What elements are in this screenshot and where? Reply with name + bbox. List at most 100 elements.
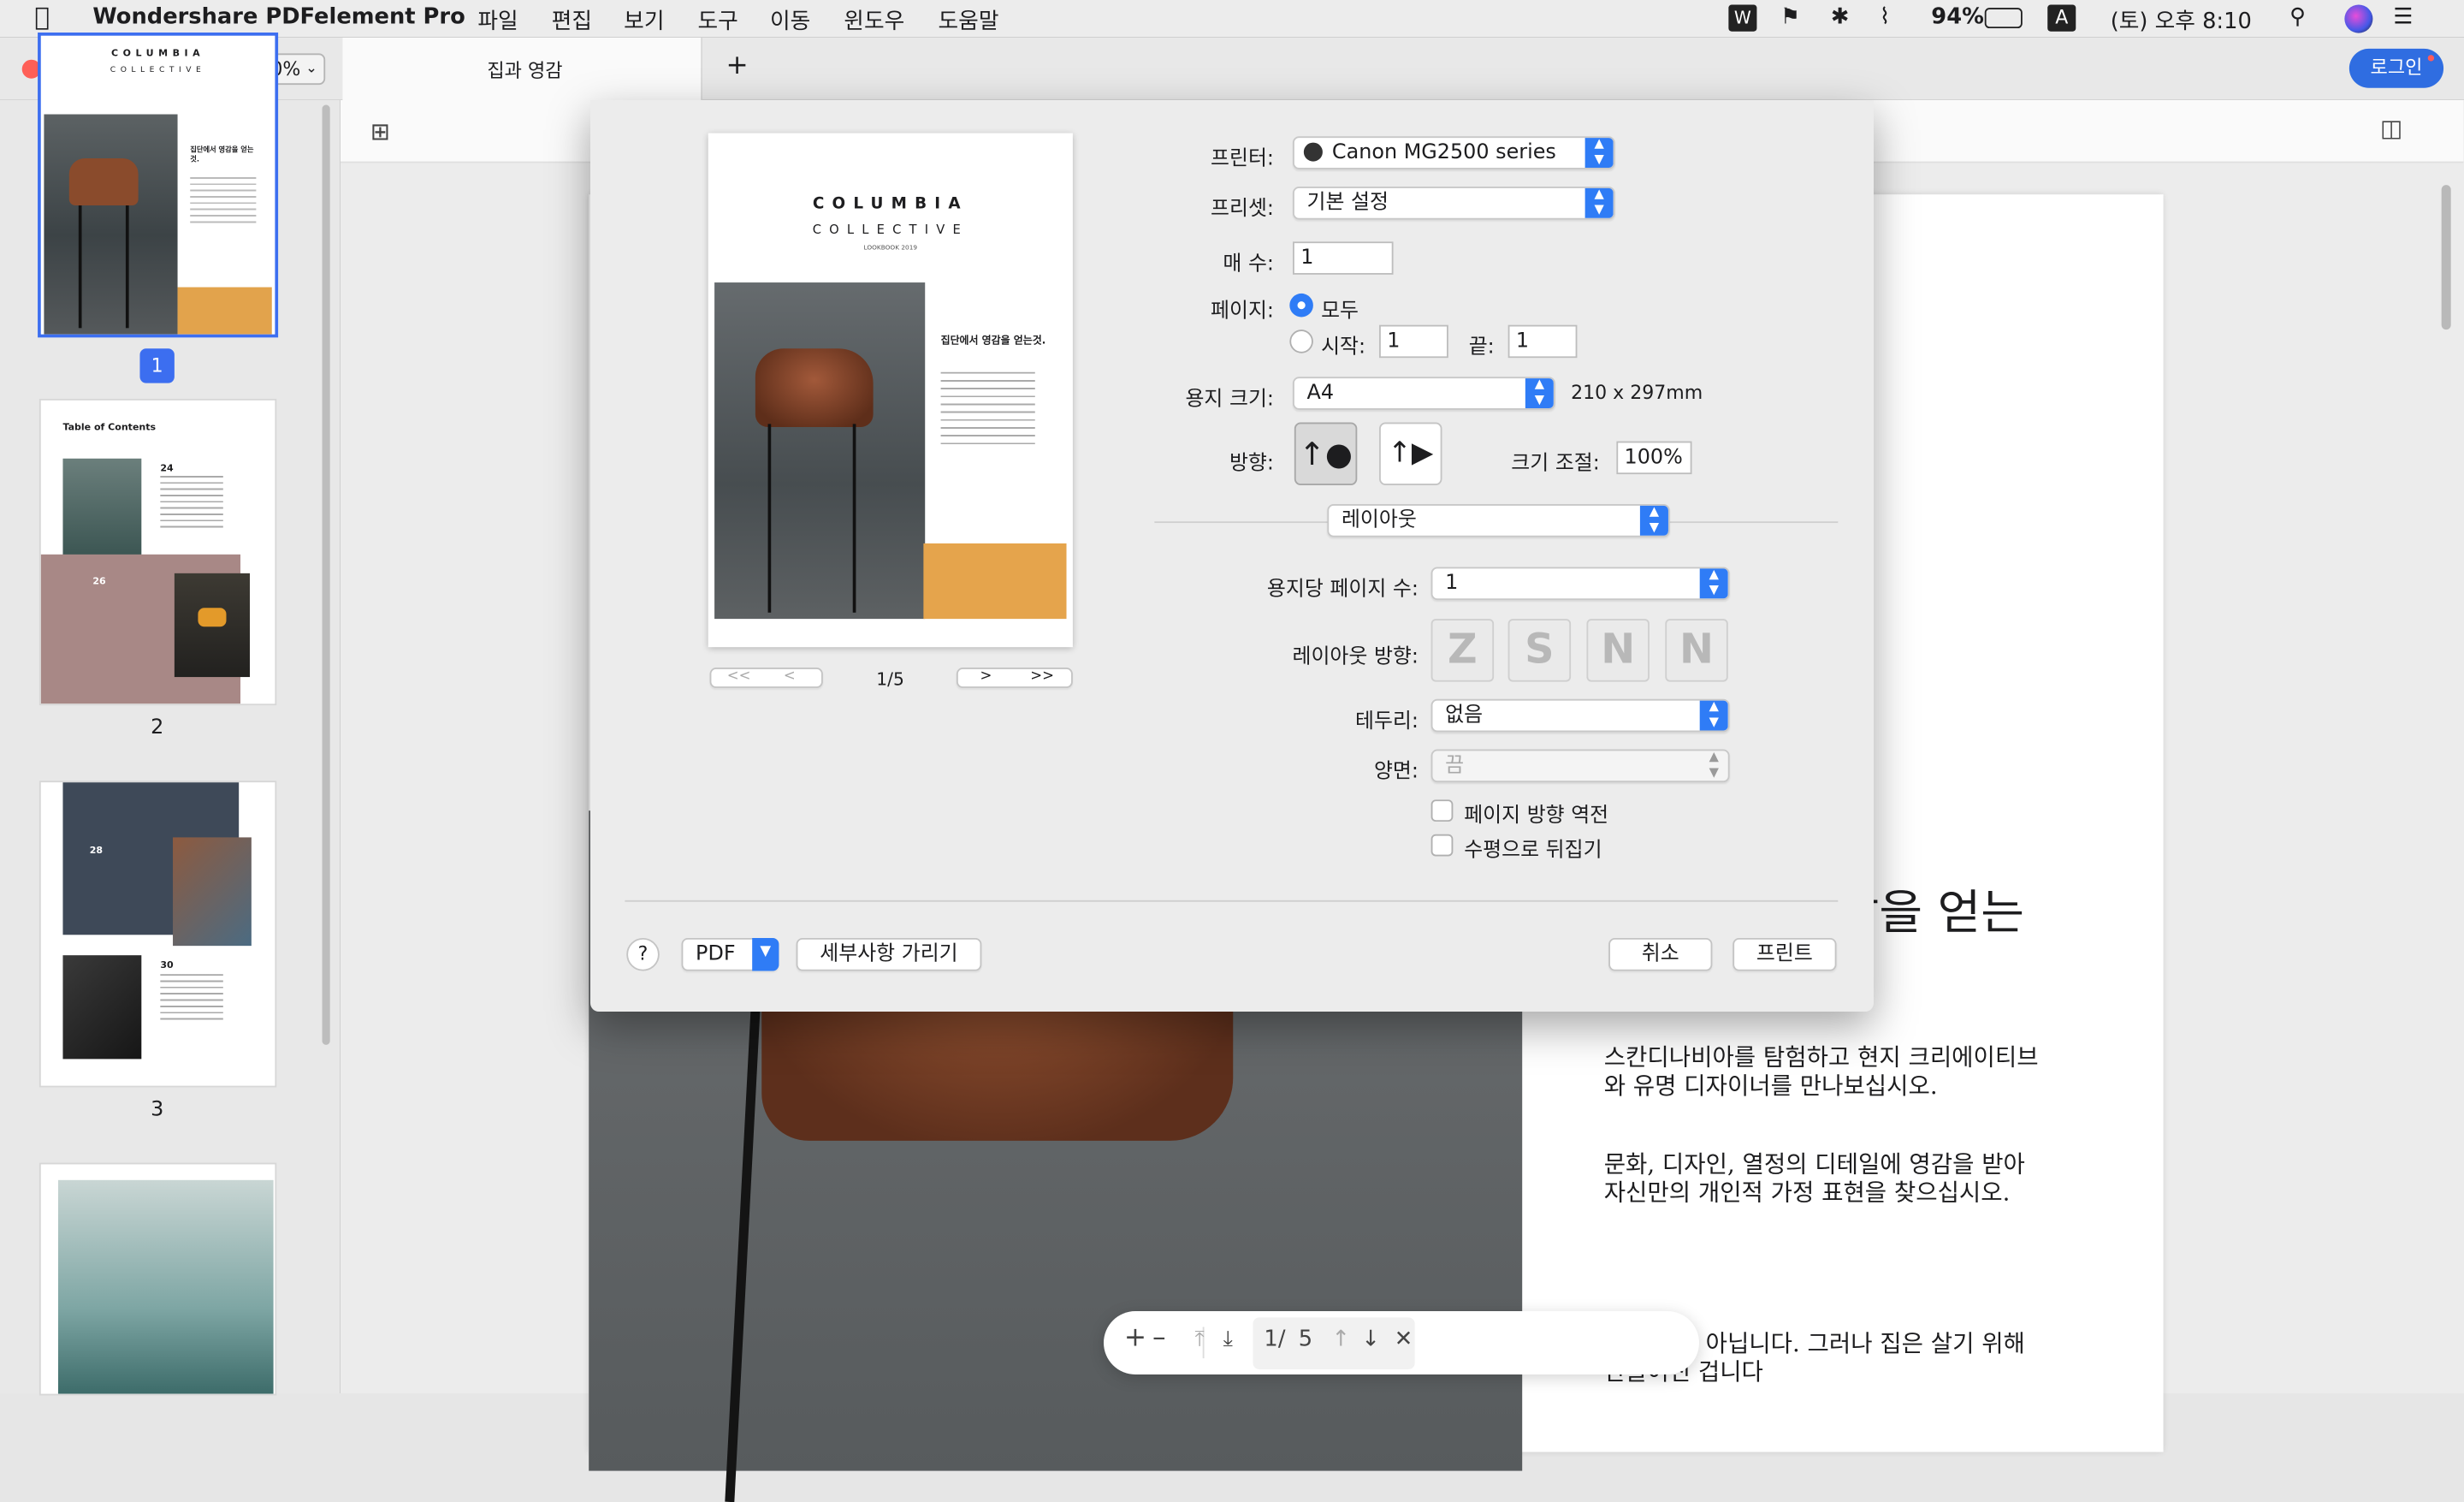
close-window-button[interactable] xyxy=(21,59,41,79)
menu-go[interactable]: 이동 xyxy=(770,5,810,37)
layout-direction-label: 레이아웃 방향: xyxy=(1292,645,1419,669)
page-thumbnail-1[interactable]: COLUMBIA COLLECTIVE 집단에서 영감을 얻는것. xyxy=(40,35,275,335)
chevron-updown-icon: ▲ ▼ xyxy=(1584,138,1614,168)
chevron-down-icon: ▼ xyxy=(752,937,779,971)
menu-file[interactable]: 파일 xyxy=(477,5,518,37)
page-number-1: 1 xyxy=(139,348,175,383)
apple-icon[interactable]:  xyxy=(34,2,50,32)
control-center-icon[interactable]: ☰ xyxy=(2393,5,2413,30)
chevron-updown-icon: ▲ ▼ xyxy=(1699,700,1728,731)
battery-icon[interactable] xyxy=(1984,8,2023,29)
preview-prev-button[interactable]: < xyxy=(784,669,796,686)
page-separator: / xyxy=(1277,1327,1286,1352)
first-page-button[interactable]: ⤒ xyxy=(1195,1327,1205,1351)
preview-orange-block xyxy=(923,543,1067,620)
print-section-value: 레이아웃 xyxy=(1341,508,1417,533)
flip-horizontal-checkbox[interactable] xyxy=(1430,834,1454,857)
pages-all-radio[interactable] xyxy=(1289,293,1313,318)
last-page-button[interactable]: ⤓ xyxy=(1223,1327,1233,1351)
pages-to-input[interactable]: 1 xyxy=(1507,324,1578,359)
menu-edit[interactable]: 편집 xyxy=(552,5,592,37)
menu-window[interactable]: 윈도우 xyxy=(844,5,904,37)
layout-direction-n-button[interactable]: N xyxy=(1586,619,1650,682)
hide-details-button[interactable]: 세부사항 가리기 xyxy=(796,937,982,971)
printer-value: Canon MG2500 series xyxy=(1331,140,1556,165)
print-section-select[interactable]: 레이아웃 ▲ ▼ xyxy=(1327,504,1670,537)
layout-direction-s-button[interactable]: S xyxy=(1507,619,1572,682)
copies-input[interactable]: 1 xyxy=(1293,241,1394,275)
duplex-select[interactable]: 끔 ▲ ▼ xyxy=(1430,749,1730,783)
pages-per-sheet-value: 1 xyxy=(1445,572,1459,596)
spotlight-search-icon[interactable]: ⚲ xyxy=(2289,5,2306,30)
pages-range-radio[interactable] xyxy=(1289,329,1313,353)
preview-next-button[interactable]: > xyxy=(980,669,992,686)
thumb-chair2-photo xyxy=(174,573,251,678)
help-button[interactable]: ? xyxy=(626,937,660,971)
page-thumbnail-2[interactable]: Table of Contents 24 26 xyxy=(40,400,275,704)
floating-page-nav: + – ⤒ ⤓ 1 / 5 ↑ ↓ ✕ xyxy=(1104,1311,1699,1374)
preview-last-button[interactable]: >> xyxy=(1030,669,1054,686)
landscape-orientation-button[interactable]: ↑▶ xyxy=(1379,422,1442,485)
battery-percent: 94% xyxy=(1931,4,1984,30)
cancel-button[interactable]: 취소 xyxy=(1608,937,1713,971)
zoom-out-button[interactable]: – xyxy=(1152,1322,1166,1354)
menu-view[interactable]: 보기 xyxy=(624,5,664,37)
thumb-orange-block xyxy=(177,287,272,335)
preset-select[interactable]: 기본 설정 ▲ ▼ xyxy=(1293,187,1615,220)
next-page-button[interactable]: ↓ xyxy=(1361,1327,1380,1351)
portrait-icon: ↑● xyxy=(1299,435,1353,473)
page-paragraph-1: 스칸디나비아를 탐험하고 현지 크리에이티브와 유명 디자이너를 만나보십시오. xyxy=(1603,1043,2039,1101)
chevron-updown-icon: ▲ ▼ xyxy=(1709,749,1719,780)
close-nav-button[interactable]: ✕ xyxy=(1395,1327,1413,1351)
menu-help[interactable]: 도움말 xyxy=(939,5,999,37)
chevron-updown-icon: ▲ ▼ xyxy=(1525,378,1554,408)
scale-label: 크기 조절: xyxy=(1511,452,1600,476)
clock[interactable]: (토) 오후 8:10 xyxy=(2111,5,2252,37)
portrait-orientation-button[interactable]: ↑● xyxy=(1294,422,1358,485)
document-scrollbar[interactable] xyxy=(2441,185,2451,330)
print-button[interactable]: 프린트 xyxy=(1732,937,1837,971)
sidebar-scrollbar[interactable] xyxy=(322,104,330,1045)
pages-from-label: 시작: xyxy=(1321,335,1366,360)
layout-direction-z-button[interactable]: Z xyxy=(1430,619,1495,682)
wondershare-tray-icon[interactable]: W xyxy=(1728,4,1757,32)
tab-document[interactable]: 집과 영감 xyxy=(342,38,703,101)
page-thumbnail-4[interactable] xyxy=(40,1164,275,1394)
new-tab-button[interactable]: + xyxy=(726,50,749,82)
input-source-icon[interactable]: A xyxy=(2047,4,2076,32)
previous-page-button[interactable]: ↑ xyxy=(1331,1327,1350,1351)
siri-icon[interactable] xyxy=(2344,4,2373,33)
app-name-menu[interactable]: Wondershare PDFelement Pro xyxy=(92,5,465,30)
printer-select[interactable]: Canon MG2500 series ▲ ▼ xyxy=(1293,136,1615,169)
right-panel-toggle-icon[interactable]: ◫ xyxy=(2380,115,2402,143)
chair-leg xyxy=(125,205,129,329)
chair-leg xyxy=(767,424,772,613)
bluetooth-icon[interactable]: ✱ xyxy=(1831,5,1850,30)
wifi-icon[interactable]: ⌇ xyxy=(1880,5,1891,30)
separator-line xyxy=(625,899,1839,902)
chevron-updown-icon: ▲ ▼ xyxy=(1639,505,1668,536)
preview-first-button[interactable]: << xyxy=(727,669,751,686)
total-pages: 5 xyxy=(1298,1327,1313,1352)
scale-input[interactable]: 100% xyxy=(1616,441,1692,475)
current-page-number[interactable]: 1 xyxy=(1264,1327,1277,1351)
chair-seat xyxy=(755,348,874,428)
pages-per-sheet-select[interactable]: 1 ▲ ▼ xyxy=(1430,567,1730,601)
grid-view-icon[interactable]: ⊞ xyxy=(370,117,390,145)
thumb-brand: COLUMBIA xyxy=(111,48,205,60)
thumb-heading: 집단에서 영감을 얻는것. xyxy=(190,147,254,165)
paper-size-select[interactable]: A4 ▲ ▼ xyxy=(1293,377,1555,410)
pages-from-input[interactable]: 1 xyxy=(1379,324,1448,359)
zoom-in-button[interactable]: + xyxy=(1124,1322,1146,1354)
page-thumbnail-3[interactable]: 28 30 xyxy=(40,782,275,1086)
menu-tools[interactable]: 도구 xyxy=(697,5,737,37)
layout-direction-n-reverse-button[interactable]: N xyxy=(1665,619,1728,682)
pages-all-label: 모두 xyxy=(1321,300,1359,324)
border-select[interactable]: 없음 ▲ ▼ xyxy=(1430,698,1730,733)
notification-dot xyxy=(2427,55,2435,62)
pages-per-sheet-label: 용지당 페이지 수: xyxy=(1266,578,1419,602)
bookmark-tray-icon[interactable]: ⚑ xyxy=(1780,5,1800,30)
login-button[interactable]: 로그인 xyxy=(2348,48,2444,88)
reverse-orientation-checkbox[interactable] xyxy=(1430,799,1454,822)
pdf-menu-button[interactable]: PDF ▼ xyxy=(681,937,779,971)
